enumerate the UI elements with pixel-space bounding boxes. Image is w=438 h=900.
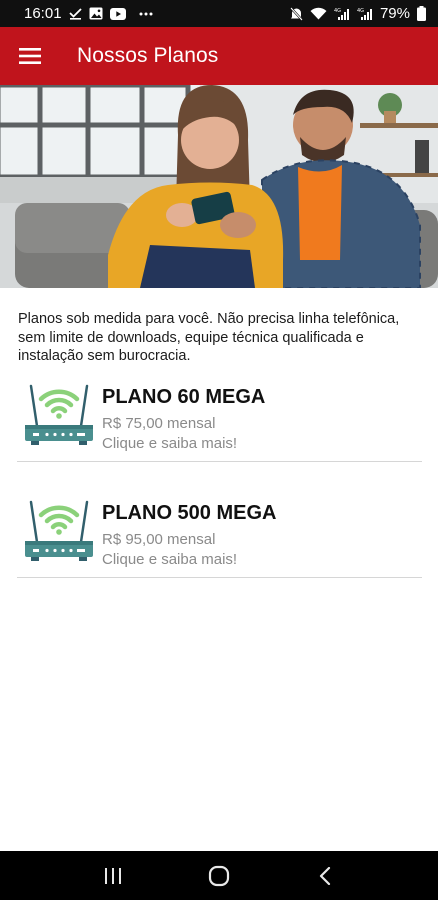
youtube-icon: [109, 7, 126, 20]
svg-text:4G: 4G: [357, 8, 364, 14]
plan-name: PLANO 500 MEGA: [102, 502, 277, 524]
status-left: 16:01: [24, 5, 153, 22]
mute-icon: [290, 6, 303, 21]
couple-with-phone-illustration: [0, 85, 438, 288]
home-button[interactable]: [199, 856, 239, 896]
wifi-router-icon: [25, 384, 93, 445]
status-bar: 16:01 4G 4G 79%: [0, 0, 438, 27]
home-icon[interactable]: [208, 865, 230, 887]
navigation-bar: [0, 851, 438, 900]
recent-apps-button[interactable]: [93, 856, 133, 896]
plan-price: R$ 75,00 mensal: [102, 415, 216, 432]
hamburger-icon[interactable]: [19, 48, 41, 64]
signal-lte-icon: 4G: [357, 7, 373, 21]
intro-description: Planos sob medida para você. Não precisa…: [18, 311, 400, 364]
plan-name: PLANO 60 MEGA: [102, 386, 266, 408]
plan-item-60-mega[interactable]: PLANO 60 MEGA R$ 75,00 mensal Clique e s…: [17, 381, 422, 462]
image-icon: [89, 7, 103, 20]
battery-icon: [417, 6, 426, 21]
hero-image: [0, 85, 438, 288]
status-right: 4G 4G 79%: [290, 5, 426, 22]
wifi-router-icon: [25, 500, 93, 561]
check-download-icon: [68, 7, 82, 20]
signal-4g-icon: 4G: [334, 7, 350, 21]
back-button[interactable]: [305, 856, 345, 896]
recent-apps-icon[interactable]: [104, 867, 122, 884]
status-time: 16:01: [24, 5, 62, 22]
menu-button[interactable]: [0, 27, 60, 85]
page-title: Nossos Planos: [77, 44, 219, 67]
plan-price: R$ 95,00 mensal: [102, 531, 216, 548]
plan-cta-link[interactable]: Clique e saiba mais!: [102, 435, 237, 452]
plan-cta-link[interactable]: Clique e saiba mais!: [102, 551, 237, 568]
back-icon[interactable]: [319, 866, 331, 885]
more-dots-icon: [139, 12, 153, 16]
wifi-icon: [310, 7, 327, 20]
plan-item-500-mega[interactable]: PLANO 500 MEGA R$ 95,00 mensal Clique e …: [17, 497, 422, 578]
battery-percent: 79%: [379, 5, 410, 22]
app-bar: Nossos Planos: [0, 27, 438, 85]
svg-text:4G: 4G: [334, 8, 341, 14]
